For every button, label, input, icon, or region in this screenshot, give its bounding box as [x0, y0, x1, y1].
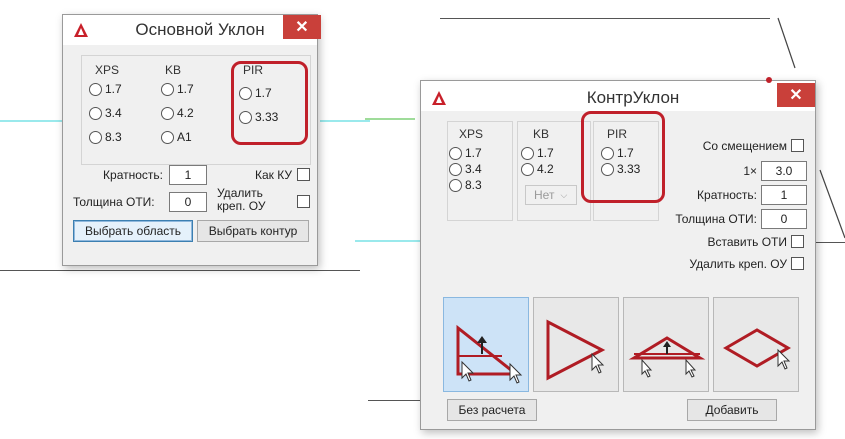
flat-triangle-button[interactable]	[623, 297, 709, 392]
delete-fastening-label: Удалить креп. ОУ	[689, 257, 787, 271]
multiplicity-label: Кратность:	[697, 188, 757, 202]
close-button[interactable]: ✕	[283, 15, 321, 39]
radio-xps-2[interactable]: 3.4	[89, 105, 122, 121]
red-dot-icon	[766, 77, 772, 83]
radio-circle[interactable]	[161, 106, 174, 120]
with-offset-label: Со смещением	[702, 139, 787, 153]
thickness-input[interactable]: 0	[761, 209, 807, 229]
radio-xps-1[interactable]: 1.7	[449, 145, 482, 161]
dialog2-titlebar[interactable]: КонтрУклон ✕	[421, 77, 815, 111]
select-area-button[interactable]: Выбрать область	[73, 220, 193, 242]
radio-circle[interactable]	[521, 162, 534, 176]
offset-factor-input[interactable]: 3.0	[761, 161, 807, 181]
rhombus-button[interactable]	[713, 297, 799, 392]
group-title-xps: XPS	[459, 127, 484, 141]
radio-kb-1[interactable]: 1.7	[521, 145, 554, 161]
as-ku-checkbox[interactable]	[297, 168, 310, 181]
triangle-slope-icon	[456, 324, 523, 384]
no-calc-button[interactable]: Без расчета	[447, 399, 537, 421]
thickness-label: Толщина ОТИ:	[675, 212, 757, 226]
add-button[interactable]: Добавить	[687, 399, 777, 421]
insert-oti-checkbox[interactable]	[791, 235, 804, 248]
close-button[interactable]: ✕	[777, 83, 815, 107]
radio-xps-1[interactable]: 1.7	[89, 81, 122, 97]
close-icon: ✕	[295, 19, 309, 36]
radio-circle[interactable]	[89, 106, 102, 120]
delete-fastening-label: Удалить креп. ОУ	[217, 186, 266, 213]
chevron-down-icon: ⌵	[560, 189, 568, 200]
radio-circle[interactable]	[449, 146, 462, 160]
rhombus-icon	[723, 328, 791, 370]
radio-xps-3[interactable]: 8.3	[89, 129, 122, 145]
dialog2-title: КонтрУклон	[586, 88, 680, 107]
kb-select[interactable]: Нет ⌵	[525, 185, 577, 205]
delete-fastening-checkbox[interactable]	[791, 257, 804, 270]
multiplicity-input[interactable]: 1	[169, 165, 207, 185]
dialog-main-slope: Основной Уклон ✕ XPS 1.7 3.4 8.3 KB 1.7 …	[62, 14, 321, 266]
thickness-input[interactable]: 0	[169, 192, 207, 212]
triangle-slope-button[interactable]	[443, 297, 529, 392]
radio-circle[interactable]	[89, 130, 102, 144]
triangle-pointer-icon	[546, 319, 606, 381]
radio-circle[interactable]	[161, 130, 174, 144]
radio-circle[interactable]	[89, 82, 102, 96]
thickness-label: Толщина ОТИ:	[73, 195, 155, 209]
radio-circle[interactable]	[449, 178, 462, 192]
dialog1-titlebar[interactable]: Основной Уклон ✕	[63, 15, 321, 45]
pir-highlight-box	[231, 61, 308, 145]
multiplicity-input[interactable]: 1	[761, 185, 807, 205]
group-title-kb: KB	[533, 127, 550, 141]
dialog-counter-slope: КонтрУклон ✕ XPS 1.7 3.4 8.3 KB 1.7 4.2 …	[420, 77, 816, 430]
radio-circle[interactable]	[161, 82, 174, 96]
radio-kb-3[interactable]: A1	[161, 129, 192, 145]
radio-kb-2[interactable]: 4.2	[521, 161, 554, 177]
select-contour-button[interactable]: Выбрать контур	[197, 220, 309, 242]
radio-circle[interactable]	[521, 146, 534, 160]
flat-triangle-icon	[628, 336, 706, 378]
dialog1-title: Основной Уклон	[135, 20, 265, 39]
with-offset-checkbox[interactable]	[791, 139, 804, 152]
close-icon: ✕	[789, 87, 803, 104]
group-title-xps: XPS	[95, 63, 120, 77]
multiplicity-label: Кратность:	[103, 168, 163, 182]
triangle-pointer-button[interactable]	[533, 297, 619, 392]
pir-highlight-box	[581, 111, 665, 203]
radio-kb-1[interactable]: 1.7	[161, 81, 194, 97]
radio-xps-3[interactable]: 8.3	[449, 177, 482, 193]
radio-xps-2[interactable]: 3.4	[449, 161, 482, 177]
insert-oti-label: Вставить ОТИ	[707, 235, 788, 249]
offset-factor-label: 1×	[743, 164, 757, 178]
group-title-kb: KB	[165, 63, 182, 77]
delete-fastening-checkbox[interactable]	[297, 195, 310, 208]
radio-circle[interactable]	[449, 162, 462, 176]
radio-kb-2[interactable]: 4.2	[161, 105, 194, 121]
as-ku-label: Как КУ	[255, 168, 292, 182]
